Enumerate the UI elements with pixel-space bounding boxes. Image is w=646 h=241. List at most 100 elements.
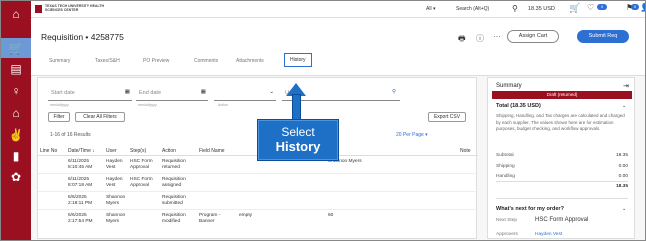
approvers-link[interactable]: Hayden Vest [535,232,562,237]
global-search-input[interactable]: Search (Alt+Q) [456,6,489,12]
cell-user: Hayden Vest [106,177,123,188]
next-step-label: Next Step [496,218,518,223]
results-count: 1-16 of 16 Results [50,132,91,138]
section-divider [496,198,628,199]
total-divider [496,181,628,182]
handshake-icon[interactable]: ✌ [1,125,31,145]
cell-new-value: 60 [328,213,334,218]
cart-amount[interactable]: 18.35 USD [528,6,555,12]
chevron-down-icon: ⌄ [269,89,274,95]
user-icon[interactable]: ♀ [1,81,31,101]
flag-icon[interactable]: ♡ [587,3,594,12]
col-user: User [106,148,117,154]
tab-comments[interactable]: Comments [194,58,218,64]
submit-req-button[interactable]: Submit Req [577,30,629,43]
approvers-label: Approvers [496,232,518,237]
user-avatar-icon[interactable]: 👤 [640,3,645,12]
action-label: Action [218,103,228,107]
instruction-callout: Select History [257,119,339,161]
row-divider [38,209,478,210]
cell-action: Requisition assigned [162,177,186,188]
cell-user: Hayden Vest [106,159,123,170]
col-line-no: Line No [40,148,58,154]
notifications-badge: 0 [597,4,607,10]
row-divider [38,191,478,192]
tab-summary[interactable]: Summary [49,58,70,64]
end-date-placeholder: End date [139,90,162,96]
summary-panel: Summary ⇥ Draft (returned) Total (18.35 … [487,77,635,239]
chevron-down-icon[interactable]: ⌄ [622,206,626,212]
document-icon[interactable]: ▤ [1,59,31,79]
collapse-panel-icon[interactable]: ⇥ [623,82,629,90]
bank-icon[interactable]: ⌂ [1,103,31,123]
col-action: Action [162,148,176,154]
chevron-down-icon[interactable]: ⌄ [622,103,626,109]
print-icon[interactable]: 🖶 [458,33,466,47]
filter-button[interactable]: Filter [48,112,70,122]
handling-label: Handling [496,174,515,179]
col-field-name: Field Name [199,148,225,154]
page-title: Requisition • 4258775 [41,32,124,42]
sidebar: ⌂ 🛒 ▤ ♀ ⌂ ✌ ▮ ✿ [1,1,31,240]
total-label: Total (18.35 USD) [496,103,541,109]
cell-step: HSC Form Approval [130,159,153,170]
chart-icon[interactable]: ▮ [1,146,31,166]
logo-mark [35,5,42,13]
alerts-badge: 0 [631,4,639,10]
per-page-select[interactable]: 20 Per Page ▾ [396,132,428,138]
tab-history[interactable]: History [284,53,312,67]
handling-value: 0.00 [618,174,628,179]
home-icon[interactable]: ⌂ [1,4,31,24]
callout-line-2: History [275,139,321,154]
tax-note: Shipping, Handling, and Tax charges are … [496,113,625,131]
export-csv-button[interactable]: Export CSV [428,112,466,122]
search-icon[interactable]: ⚲ [512,4,518,13]
top-bar: TEXAS TECH UNIVERSITY HEALTH SCIENCES CE… [31,1,645,18]
app-frame: ⌂ 🛒 ▤ ♀ ⌂ ✌ ▮ ✿ TEXAS TECH UNIVERSITY HE… [0,0,646,241]
cell-datetime: 6/11/2025 8:07:18 AM [68,177,93,188]
logo-text: TEXAS TECH UNIVERSITY HEALTH SCIENCES CE… [45,4,104,12]
start-date-field[interactable]: Start date ▦ [48,86,132,101]
more-options-icon[interactable]: ··· [493,32,501,41]
subtotal-value: 18.35 [615,153,628,158]
row-divider [38,173,478,174]
tab-po-preview[interactable]: PO Preview [143,58,169,64]
next-step-value: HSC Form Approval [535,217,589,223]
action-select[interactable]: ⌄ [214,86,276,101]
cell-action: Requisition returned [162,159,186,170]
start-date-placeholder: Start date [51,90,75,96]
calendar-icon[interactable]: ▦ [201,89,206,95]
cell-user: Shannon Myers [106,213,126,224]
status-badge: Draft (returned) [492,91,632,99]
tab-attachments[interactable]: Attachments [236,58,264,64]
cell-step: HSC Form Approval [130,177,153,188]
search-scope-dropdown[interactable]: All ▾ [426,6,435,12]
cell-action: Requisition submitted [162,195,186,206]
col-datetime[interactable]: Date/Time ↓ [68,148,95,154]
search-icon[interactable]: ⚲ [392,89,396,95]
tab-taxes[interactable]: Taxes/S&H [95,58,120,64]
next-steps-title: What's next for my order? [496,206,564,212]
shipping-value: 0.00 [618,164,628,169]
help-icon[interactable]: ⓘ [476,33,484,44]
end-date-hint: mm/dd/yyyy [138,103,157,107]
calendar-icon[interactable]: ▦ [125,89,130,95]
cell-action: Requisition modified [162,213,186,224]
clear-filters-button[interactable]: Clear All Filters [75,112,125,122]
cell-datetime: 6/11/2025 8:10:45 AM [68,159,93,170]
cart-icon[interactable]: 🛒 [569,3,580,14]
grand-total-value: 18.35 [615,184,628,189]
callout-line-1: Select [281,125,315,139]
cell-datetime: 6/6/2025 2:17:54 PM [68,213,93,224]
col-steps: Step(s) [130,148,147,154]
col-note: Note [460,148,471,154]
cart-icon[interactable]: 🛒 [1,38,31,58]
subtotal-label: Subtotal [496,153,514,158]
cell-user: Shannon Myers [106,195,126,206]
end-date-field[interactable]: End date ▦ [136,86,208,101]
gear-icon[interactable]: ✿ [1,167,31,187]
summary-title: Summary [496,83,522,89]
shipping-label: Shipping [496,164,515,169]
assign-cart-button[interactable]: Assign Cart [507,30,559,43]
requisition-header: Requisition • 4258775 🖶 ⓘ ··· Assign Car… [31,18,645,76]
